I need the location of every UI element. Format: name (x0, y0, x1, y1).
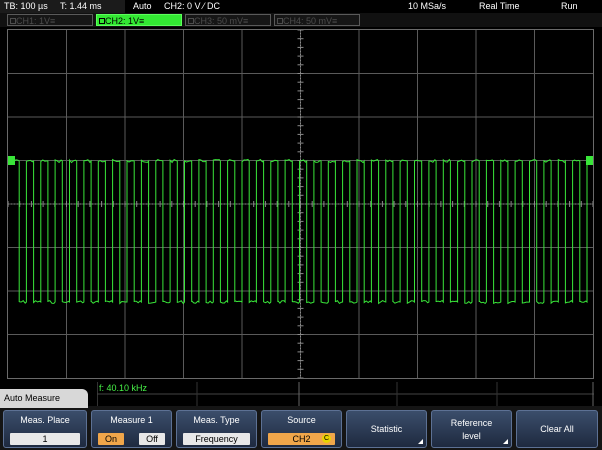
tab-ch2[interactable]: CH2: 1V≡ (96, 14, 182, 26)
tab-ch3[interactable]: CH3: 50 mV≡ (185, 14, 271, 26)
acquisition-mode: Real Time (479, 1, 520, 11)
meas-place-label: Meas. Place (20, 415, 70, 425)
measurement-strip: f: 40.10 kHz (97, 382, 594, 406)
measure1-on[interactable]: On (98, 433, 124, 445)
timebase: TB: 100 µs (4, 1, 48, 11)
trigger-level-marker (586, 156, 593, 165)
reference-level-button[interactable]: Reference level (431, 410, 512, 448)
submenu-arrow-icon (418, 439, 423, 444)
ch2-ground-marker (8, 156, 15, 165)
trigger-time: T: 1.44 ms (60, 1, 102, 11)
meas-place-value: 1 (10, 433, 80, 445)
rotary-knob-icon: C (322, 434, 331, 443)
source-label: Source (287, 415, 316, 425)
strip-grid (97, 382, 594, 406)
tab-ch4[interactable]: CH4: 50 mV≡ (274, 14, 360, 26)
channel-box-icon (10, 18, 16, 24)
source-button[interactable]: Source CH2 C (261, 410, 342, 448)
meas-place-button[interactable]: Meas. Place 1 (3, 410, 87, 448)
meas-type-button[interactable]: Meas. Type Frequency (176, 410, 257, 448)
meas-type-label: Meas. Type (193, 415, 240, 425)
channel-box-icon (277, 18, 283, 24)
tab-ch1[interactable]: CH1: 1V≡ (7, 14, 93, 26)
waveform-display[interactable] (7, 29, 594, 379)
frequency-readout: f: 40.10 kHz (99, 383, 148, 393)
reference-level-label: Reference level (450, 418, 493, 441)
statistic-button[interactable]: Statistic (346, 410, 427, 448)
status-bar: TB: 100 µs T: 1.44 ms Auto CH2: 0 V ⁄ DC… (0, 0, 602, 13)
sample-rate: 10 MSa/s (408, 1, 447, 11)
channel-box-icon (99, 18, 105, 24)
meas-type-value: Frequency (183, 433, 250, 445)
channel-box-icon (188, 18, 194, 24)
run-state: Run (561, 1, 578, 11)
submenu-arrow-icon (503, 439, 508, 444)
clear-all-label: Clear All (540, 424, 574, 434)
channel-tabs: CH1: 1V≡ CH2: 1V≡ CH3: 50 mV≡ CH4: 50 mV… (0, 13, 602, 27)
measure1-toggle[interactable]: On Off (98, 433, 165, 445)
source-value: CH2 C (268, 433, 335, 445)
statistic-label: Statistic (370, 424, 403, 434)
measure1-label: Measure 1 (110, 415, 153, 425)
trigger-mode: Auto (133, 1, 152, 11)
menu-title: Auto Measure (0, 389, 88, 408)
clear-all-button[interactable]: Clear All (516, 410, 598, 448)
waveform-plot (8, 30, 593, 378)
trigger-info: CH2: 0 V ⁄ DC (164, 1, 221, 11)
measure1-off[interactable]: Off (139, 433, 165, 445)
measure1-button[interactable]: Measure 1 On Off (91, 410, 172, 448)
